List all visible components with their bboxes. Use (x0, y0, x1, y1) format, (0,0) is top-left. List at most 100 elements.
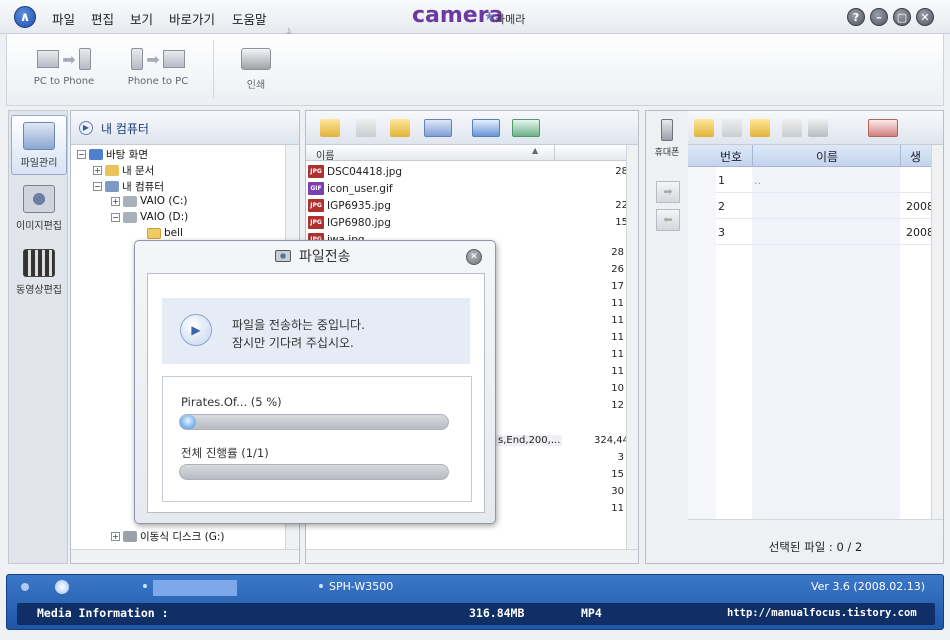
tree-item-my-computer[interactable]: − 내 컴퓨터 (93, 179, 164, 194)
tree-label: bell (164, 227, 183, 239)
column-divider (554, 145, 555, 160)
print-button[interactable]: 인쇄 (233, 42, 279, 91)
row-number: 2 (718, 200, 725, 213)
column-name[interactable]: 이름 (816, 148, 838, 165)
tree-header-title: 내 컴퓨터 (101, 122, 149, 136)
camera-icon (23, 185, 55, 213)
tree-item-desktop[interactable]: − 바탕 화면 (77, 147, 148, 162)
file-size: 11 (611, 366, 624, 377)
file-size: 10 (611, 383, 624, 394)
file-transfer-dialog: 파일전송 ✕ ▶ 파일을 전송하는 중입니다. 잠시만 기다려 주십시오. Pi… (134, 240, 496, 524)
phone-label: 휴대폰 (654, 148, 680, 158)
dialog-title: 파일전송 (299, 249, 351, 265)
folder-forward-icon[interactable] (356, 119, 376, 137)
phone-horizontal-scrollbar[interactable] (688, 519, 943, 533)
file-type-icon: GIF (308, 182, 324, 195)
file-row[interactable]: JPG DSC04418.jpg 28 (306, 163, 628, 180)
row-number: 3 (718, 226, 725, 239)
folder-back-icon[interactable] (320, 119, 340, 137)
tree-label: VAIO (D:) (140, 211, 189, 223)
progress-box: Pirates.Of... (5 %) 전체 진행률 (1/1) (162, 376, 472, 502)
phone-list-gutter (688, 167, 716, 519)
nav-file-manage[interactable]: 파일관리 (11, 115, 67, 175)
brand-subtitle: 카메라 (495, 13, 526, 26)
file-size: 15 (611, 469, 624, 480)
tree-item-removable-g[interactable]: + 이동식 디스크 (G:) (111, 529, 225, 544)
nav-image-edit-label: 이미지편집 (16, 221, 62, 232)
app-window: ∧ 파일 편집 보기 바로가기 도움말 ☝ camera ★ 카메라 ? – ▢… (0, 0, 950, 640)
file-type-icon: JPG (308, 199, 324, 212)
minimize-icon[interactable]: – (870, 8, 888, 26)
maximize-icon[interactable]: ▢ (893, 8, 911, 26)
menu-view[interactable]: 보기 (130, 9, 153, 28)
nav-image-edit[interactable]: 이미지편집 (11, 179, 67, 239)
website-url[interactable]: http://manualfocus.tistory.com (727, 607, 917, 619)
menu-shortcut[interactable]: 바로가기 (169, 9, 215, 28)
row-number: 1 (718, 174, 725, 187)
help-icon[interactable]: ? (847, 8, 865, 26)
file-row[interactable]: JPG IGP6935.jpg 22 (306, 197, 628, 214)
phone-toolbar (688, 111, 943, 145)
column-name[interactable]: 이름 (316, 147, 334, 162)
file-list-header[interactable]: 이름 ▲ (306, 145, 628, 162)
menu-help[interactable]: 도움말 (232, 9, 267, 28)
file-name[interactable]: s,End,200,... (496, 435, 563, 446)
indicator-dot-icon (319, 584, 323, 588)
transfer-message-line1: 파일을 전송하는 중입니다. (232, 318, 365, 332)
tree-item-drive-d[interactable]: − VAIO (D:) (111, 211, 188, 223)
view-mode-icon[interactable] (424, 119, 452, 137)
delete-icon[interactable] (808, 119, 828, 137)
column-date[interactable]: 생 (910, 148, 921, 165)
list-options-icon[interactable] (868, 119, 898, 137)
phone-to-pc-button[interactable]: ➡ Phone to PC (123, 42, 193, 87)
connection-light-icon (55, 580, 69, 594)
slideshow-icon[interactable] (512, 119, 540, 137)
folder-up-icon[interactable] (390, 119, 410, 137)
image-view-icon[interactable] (472, 119, 500, 137)
close-icon[interactable]: ✕ (916, 8, 934, 26)
tree-item-drive-c[interactable]: + VAIO (C:) (111, 195, 187, 207)
file-row[interactable]: JPG IGP6980.jpg 15 (306, 214, 628, 231)
folder-up-icon[interactable] (750, 119, 770, 137)
desktop-icon (89, 149, 103, 160)
send-right-icon[interactable]: ➡ (656, 181, 680, 203)
row-date: 2008 (906, 226, 934, 239)
drive-icon (123, 211, 137, 223)
file-horizontal-scrollbar[interactable] (306, 549, 638, 563)
folder-forward-icon[interactable] (722, 119, 742, 137)
file-row[interactable]: GIF icon_user.gif (306, 180, 628, 197)
tree-header: ▶ 내 컴퓨터 (71, 111, 299, 145)
phone-vertical-scrollbar[interactable] (931, 145, 943, 519)
file-size: 324,44 (594, 435, 629, 446)
tree-horizontal-scrollbar[interactable] (71, 549, 299, 563)
app-logo-icon[interactable]: ∧ (14, 6, 36, 28)
file-progress-label: Pirates.Of... (5 %) (181, 395, 282, 409)
menu-edit[interactable]: 편집 (91, 9, 114, 28)
media-type: MP4 (581, 606, 602, 620)
nav-video-edit[interactable]: 동영상편집 (11, 243, 67, 303)
tree-item-bell[interactable]: bell (147, 227, 183, 239)
main-toolbar: ➡ PC to Phone ➡ Phone to PC 인쇄 (6, 34, 944, 106)
pc-to-phone-label: PC to Phone (33, 76, 95, 87)
transfer-message-box: ▶ 파일을 전송하는 중입니다. 잠시만 기다려 주십시오. (162, 298, 470, 364)
tree-label: 내 컴퓨터 (122, 181, 164, 193)
title-bar: ∧ 파일 편집 보기 바로가기 도움말 ☝ camera ★ 카메라 ? – ▢… (0, 0, 950, 48)
file-toolbar (306, 111, 638, 145)
drive-icon (123, 195, 137, 207)
new-folder-icon[interactable] (782, 119, 802, 137)
folder-back-icon[interactable] (694, 119, 714, 137)
phone-list-header: 번호 이름 생 (688, 145, 931, 167)
dialog-close-icon[interactable]: ✕ (466, 249, 482, 265)
pc-to-phone-button[interactable]: ➡ PC to Phone (29, 42, 99, 87)
play-icon: ▶ (180, 314, 212, 346)
column-number[interactable]: 번호 (720, 148, 742, 165)
tree-item-documents[interactable]: + 내 문서 (93, 163, 154, 178)
file-size: 30 (611, 486, 624, 497)
file-size: 12 (611, 400, 624, 411)
menu-file[interactable]: 파일 (52, 9, 75, 28)
nav-file-manage-label: 파일관리 (20, 158, 58, 169)
file-vertical-scrollbar[interactable] (626, 145, 638, 549)
phone-device-button[interactable]: 휴대폰 (652, 119, 682, 158)
phone-to-pc-label: Phone to PC (127, 76, 189, 87)
send-left-icon[interactable]: ⬅ (656, 209, 680, 231)
